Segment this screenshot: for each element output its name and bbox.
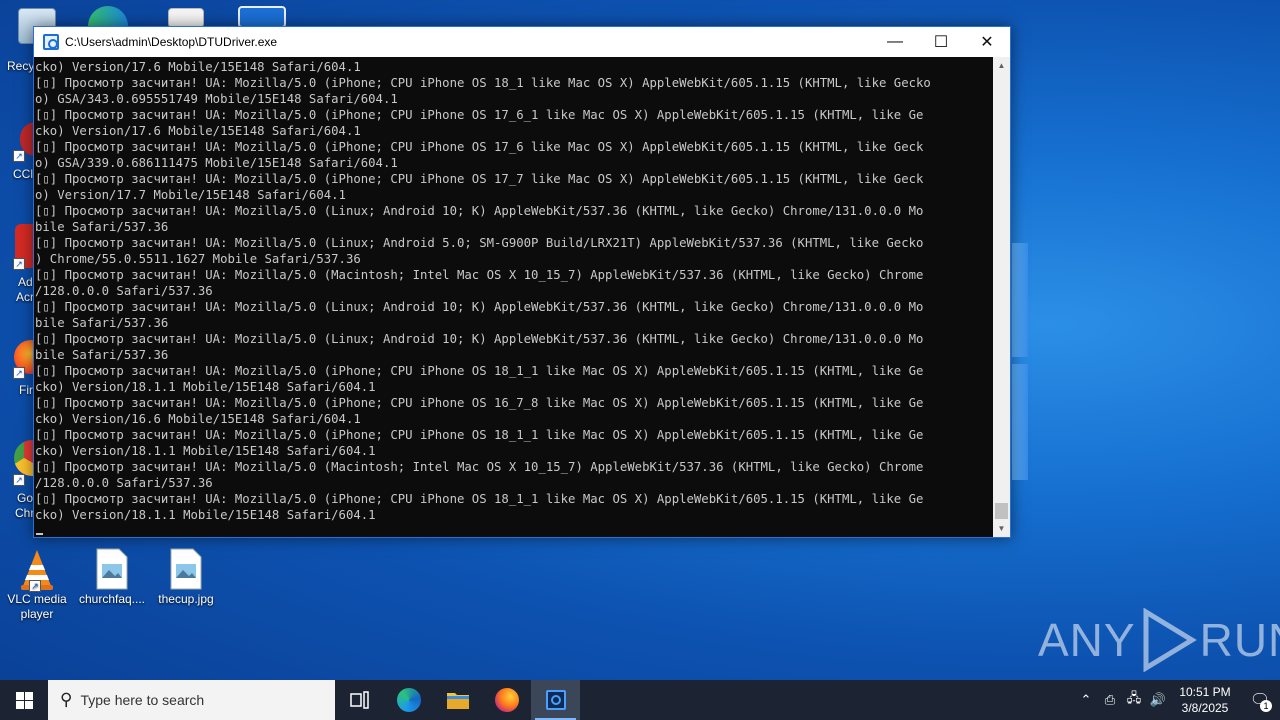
network-icon[interactable]: 🖧 [1122,689,1146,711]
search-placeholder: Type here to search [80,692,205,708]
text-cursor [36,533,43,535]
taskbar-clock[interactable]: 10:51 PM 3/8/2025 [1170,684,1240,716]
play-triangle-icon [1143,608,1197,672]
start-button[interactable] [0,680,48,720]
vertical-scrollbar[interactable]: ▲ ▼ [993,57,1010,537]
console-window[interactable]: C:\Users\admin\Desktop\DTUDriver.exe — ☐… [33,26,1011,538]
folder-icon [446,693,469,709]
action-center-button[interactable]: 🗨 1 [1240,690,1280,712]
vlc-cone-icon: ↗ [17,548,57,592]
console-text: cko) Version/17.6 Mobile/15E148 Safari/6… [35,60,931,522]
desktop-icon-label: thecup.jpg [158,592,214,606]
search-icon: ⚲ [60,690,73,709]
shortcut-arrow-icon: ↗ [13,474,25,486]
edge-icon [396,688,421,712]
desktop-icon-label: VLC media player [7,592,67,621]
device-icon[interactable]: ⎙ [1098,692,1122,708]
scrollbar-thumb[interactable] [995,503,1008,519]
system-tray: ⌃ ⎙ 🖧 🔊 10:51 PM 3/8/2025 🗨 1 [1074,680,1280,720]
image-file-icon [166,548,206,590]
taskbar-dtudriver[interactable] [531,680,580,720]
task-view-icon [349,691,369,709]
wallpaper-beam-bottom [1012,364,1028,480]
clock-time: 10:51 PM [1179,685,1231,699]
window-titlebar[interactable]: C:\Users\admin\Desktop\DTUDriver.exe — ☐… [34,27,1010,57]
desktop-icon-vlc[interactable]: ↗ VLC media player [0,548,74,622]
anyrun-watermark: ANY RUN [1038,608,1280,672]
shortcut-arrow-icon: ↗ [13,150,25,162]
maximize-button[interactable]: ☐ [918,27,964,57]
wallpaper-beam-top [1012,243,1028,357]
console-app-icon [545,690,566,710]
chrome-label-line1: Go [17,491,34,505]
windows-logo-icon [15,691,33,709]
edge-desktop-icon[interactable] [88,6,128,28]
taskbar: ⚲ Type here to search ⌃ ⎙ 🖧 🔊 10:51 PM 3… [0,680,1280,720]
firefox-label: Fir [19,383,33,397]
clock-date: 3/8/2025 [1181,701,1229,715]
firefox-icon [494,688,519,712]
close-button[interactable]: ✕ [964,27,1010,57]
volume-icon[interactable]: 🔊 [1146,692,1170,708]
console-output[interactable]: cko) Version/17.6 Mobile/15E148 Safari/6… [34,57,994,537]
chrome-label-line2: Chr [15,506,35,520]
acrobat-label-line2: Acr [16,290,34,304]
console-app-icon[interactable] [43,34,59,50]
scroll-down-arrow-icon[interactable]: ▼ [993,520,1010,537]
notification-count: 1 [1260,700,1272,712]
minimize-button[interactable]: — [872,27,918,57]
show-hidden-icons-chevron-icon[interactable]: ⌃ [1074,692,1098,708]
scroll-up-arrow-icon[interactable]: ▲ [993,57,1010,74]
window-title: C:\Users\admin\Desktop\DTUDriver.exe [65,35,278,49]
desktop-icon-label: churchfaq.... [78,592,146,606]
acrobat-label-line1: Ad [18,275,33,289]
image-file-icon [92,548,132,590]
shortcut-arrow-icon: ↗ [13,258,25,270]
ccleaner-label: CCl [13,167,33,181]
desktop-icon-thecup[interactable]: thecup.jpg [149,548,223,607]
app-desktop-icon[interactable] [238,6,286,28]
taskbar-search-box[interactable]: ⚲ Type here to search [48,680,335,720]
desktop-icon-churchfaq[interactable]: churchfaq.... [75,548,149,607]
watermark-text-left: ANY [1038,614,1136,666]
taskbar-edge[interactable] [384,680,433,720]
taskbar-firefox[interactable] [482,680,531,720]
shortcut-arrow-icon: ↗ [29,580,41,592]
chrome-icon[interactable] [14,440,34,476]
watermark-text-right: RUN [1199,614,1280,666]
task-view-button[interactable] [335,680,384,720]
taskbar-file-explorer[interactable] [433,680,482,720]
shortcut-arrow-icon: ↗ [13,367,25,379]
word-document-icon[interactable] [168,8,204,28]
